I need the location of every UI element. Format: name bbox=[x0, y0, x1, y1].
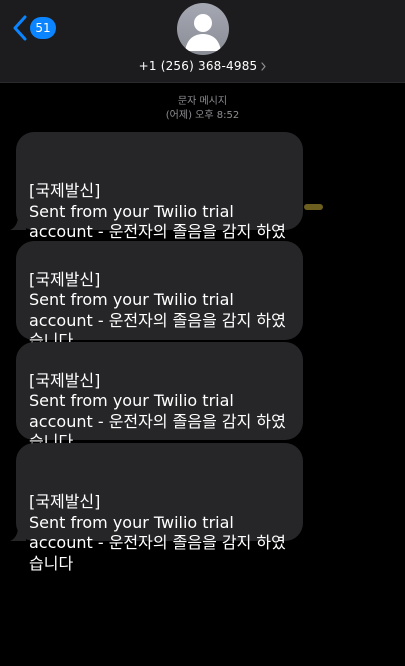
message-text: [국제발신] Sent from your Twilio trial accou… bbox=[29, 370, 286, 452]
back-button[interactable]: 51 bbox=[12, 14, 56, 42]
message-text: [국제발신] Sent from your Twilio trial accou… bbox=[29, 492, 286, 573]
incoming-message-bubble[interactable]: [국제발신] Sent from your Twilio trial accou… bbox=[16, 342, 303, 451]
conversation-timestamp: 문자 메시지 (어제) 오후 8:52 bbox=[0, 95, 405, 123]
contact-avatar[interactable] bbox=[177, 3, 229, 55]
incoming-message-bubble[interactable]: [국제발신] Sent from your Twilio trial accou… bbox=[16, 241, 303, 350]
incoming-message-bubble[interactable]: [국제발신] Sent from your Twilio trial accou… bbox=[10, 132, 303, 262]
message-text: [국제발신] Sent from your Twilio trial accou… bbox=[29, 269, 286, 351]
chevron-right-icon bbox=[261, 61, 266, 71]
message-time: (어제) 오후 8:52 bbox=[165, 110, 240, 121]
bubble-tail bbox=[10, 527, 26, 541]
contact-info-button[interactable]: +1 (256) 368-4985 bbox=[0, 58, 405, 74]
contact-number: +1 (256) 368-4985 bbox=[138, 59, 258, 73]
unread-count-badge: 51 bbox=[30, 17, 56, 39]
bubble-tail bbox=[10, 216, 26, 230]
person-silhouette-icon bbox=[185, 14, 221, 51]
incoming-message-bubble[interactable]: [국제발신] Sent from your Twilio trial accou… bbox=[10, 443, 303, 573]
service-label: 문자 메시지 bbox=[177, 96, 228, 107]
messages-screen: 51 +1 (256) 368-4985 문자 메시지 (어제) 오후 8:52… bbox=[0, 0, 405, 666]
chevron-left-icon bbox=[13, 15, 27, 41]
conversation-header: 51 +1 (256) 368-4985 bbox=[0, 0, 405, 83]
screen-smudge bbox=[304, 204, 323, 210]
